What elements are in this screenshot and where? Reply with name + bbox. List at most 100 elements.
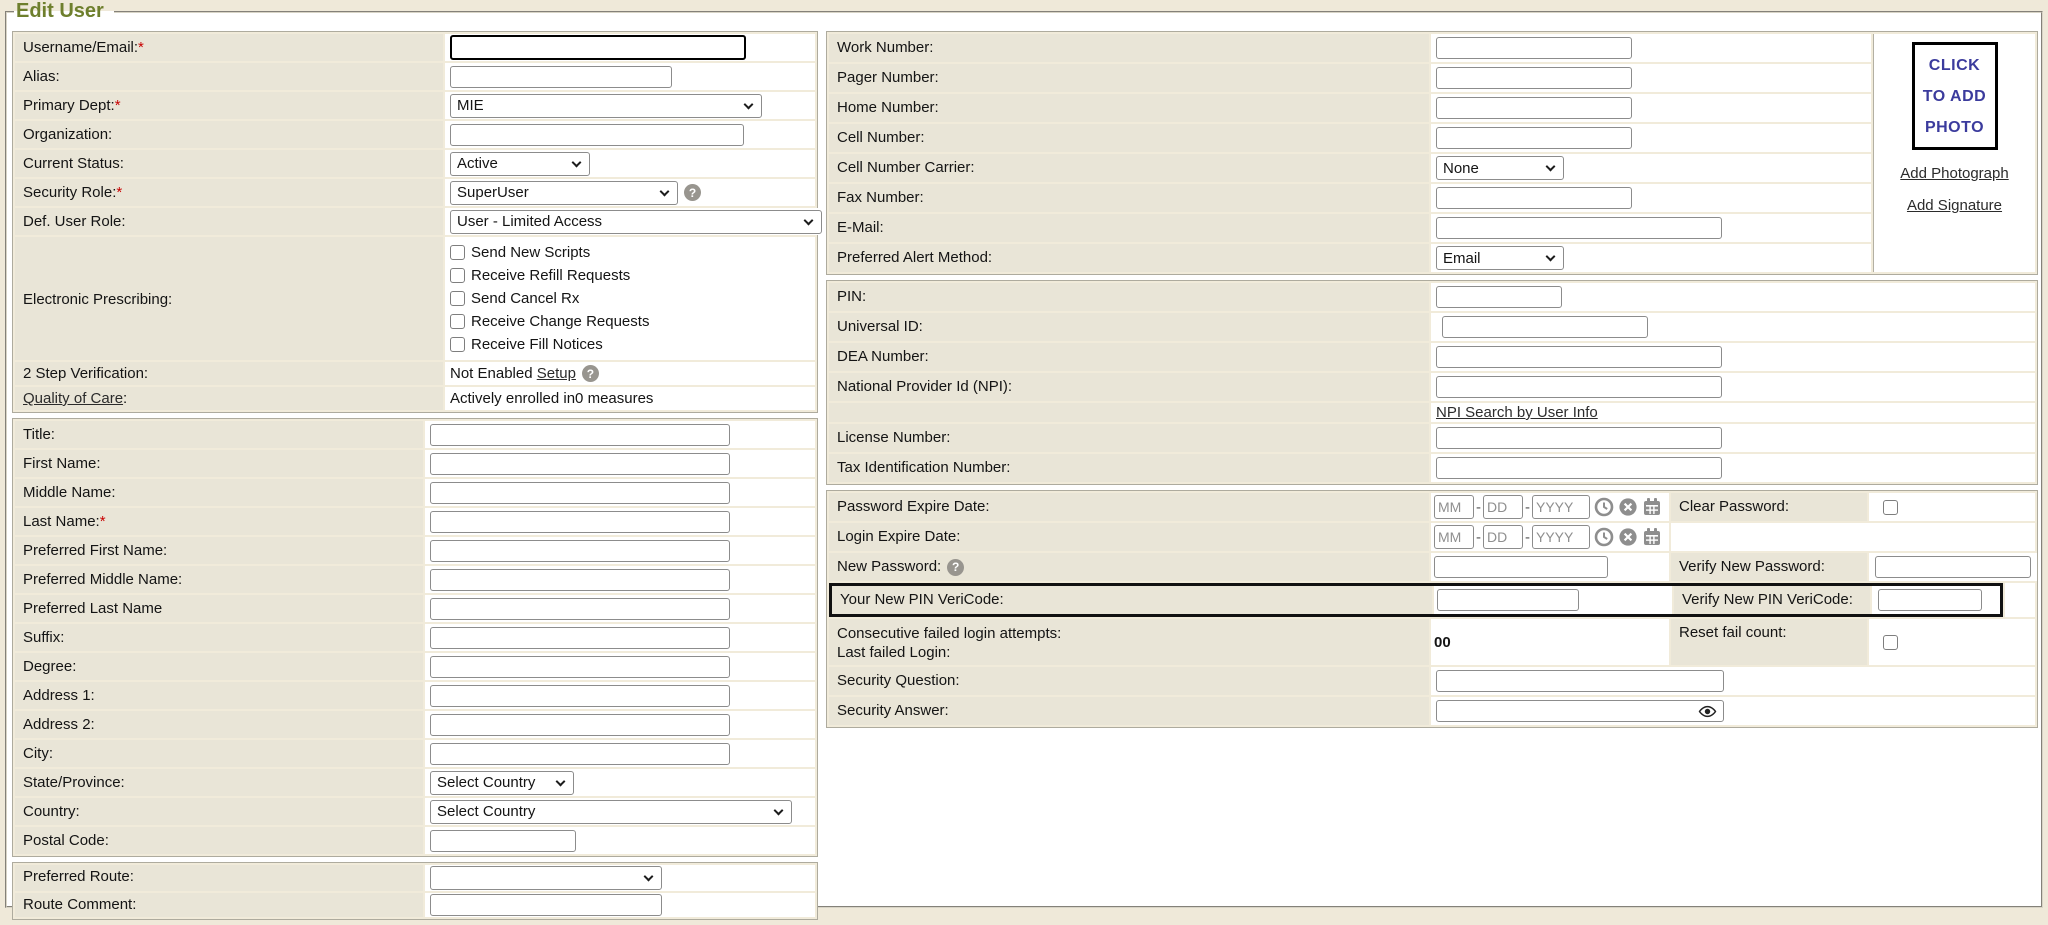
clear-password-checkbox[interactable] xyxy=(1883,500,1898,515)
login-expire-mm-input[interactable] xyxy=(1434,525,1474,549)
receive-refill-requests-checkbox[interactable] xyxy=(450,268,465,283)
def-user-role-label: Def. User Role: xyxy=(15,208,443,235)
time-picker-icon[interactable] xyxy=(1594,497,1614,517)
page-title: Edit User xyxy=(14,0,114,23)
login-expire-dd-input[interactable] xyxy=(1483,525,1523,549)
home-number-input[interactable] xyxy=(1436,97,1632,119)
add-photograph-link[interactable]: Add Photograph xyxy=(1874,165,2035,182)
last-name-field-cell xyxy=(425,508,815,535)
last-name-input[interactable] xyxy=(430,511,730,533)
middle-name-input[interactable] xyxy=(430,482,730,504)
pin-label: PIN: xyxy=(829,283,1429,311)
work-number-input[interactable] xyxy=(1436,37,1632,59)
preferred-first-name-input[interactable] xyxy=(430,540,730,562)
preferred-route-select[interactable] xyxy=(430,866,662,890)
reset-fail-count-cell xyxy=(1869,619,2035,665)
time-picker-icon[interactable] xyxy=(1594,527,1614,547)
show-password-eye-icon[interactable] xyxy=(1698,704,1717,719)
organization-field-cell xyxy=(445,121,815,148)
first-name-input[interactable] xyxy=(430,453,730,475)
country-value: Select Country xyxy=(437,803,535,820)
add-signature-link[interactable]: Add Signature xyxy=(1874,197,2035,214)
fax-number-input[interactable] xyxy=(1436,187,1632,209)
degree-input[interactable] xyxy=(430,656,730,678)
state-province-select[interactable]: Select Country xyxy=(430,771,574,795)
npi-search-link[interactable]: NPI Search by User Info xyxy=(1436,404,1598,421)
def-user-role-field-cell: User - Limited Access xyxy=(445,208,827,235)
preferred-last-name-input[interactable] xyxy=(430,598,730,620)
organization-input[interactable] xyxy=(450,124,744,146)
help-icon[interactable]: ? xyxy=(947,559,964,576)
password-expire-yyyy-input[interactable] xyxy=(1532,495,1590,519)
route-comment-label: Route Comment: xyxy=(15,893,423,917)
alias-input[interactable] xyxy=(450,66,672,88)
password-expire-mm-input[interactable] xyxy=(1434,495,1474,519)
current-status-select[interactable]: Active xyxy=(450,152,590,176)
cell-number-input[interactable] xyxy=(1436,127,1632,149)
calendar-icon[interactable] xyxy=(1642,527,1662,547)
required-marker: * xyxy=(115,97,121,114)
security-question-input[interactable] xyxy=(1436,670,1724,692)
calendar-icon[interactable] xyxy=(1642,497,1662,517)
verify-new-password-input[interactable] xyxy=(1875,556,2031,578)
receive-fill-notices-checkbox[interactable] xyxy=(450,337,465,352)
address2-input[interactable] xyxy=(430,714,730,736)
email-input[interactable] xyxy=(1436,217,1722,239)
quality-of-care-colon: : xyxy=(123,390,127,407)
security-role-select[interactable]: SuperUser xyxy=(450,181,678,205)
tax-id-input[interactable] xyxy=(1436,457,1722,479)
row-cell-carrier: Cell Number Carrier: None xyxy=(829,154,1871,182)
def-user-role-select[interactable]: User - Limited Access xyxy=(450,210,822,234)
quality-of-care-link[interactable]: Quality of Care xyxy=(23,390,123,407)
suffix-input[interactable] xyxy=(430,627,730,649)
alert-method-select[interactable]: Email xyxy=(1436,246,1564,270)
security-answer-input[interactable] xyxy=(1436,700,1724,722)
required-marker: * xyxy=(116,184,122,201)
universal-id-input[interactable] xyxy=(1442,316,1648,338)
chevron-down-icon xyxy=(804,215,814,225)
preferred-route-field-cell xyxy=(425,865,815,891)
date-separator: - xyxy=(1476,499,1481,516)
identifiers-section: PIN: Universal ID: DEA Number: National … xyxy=(826,280,2038,485)
verify-new-pin-vericode-input[interactable] xyxy=(1878,589,1982,611)
two-step-setup-link[interactable]: Setup xyxy=(537,365,576,382)
pager-number-input[interactable] xyxy=(1436,67,1632,89)
new-pin-vericode-input[interactable] xyxy=(1437,589,1579,611)
work-number-field-cell xyxy=(1431,34,1871,62)
city-input[interactable] xyxy=(430,743,730,765)
send-new-scripts-checkbox[interactable] xyxy=(450,245,465,260)
verify-new-pin-vericode-label: Verify New PIN VeriCode: xyxy=(1674,586,1870,614)
dea-number-input[interactable] xyxy=(1436,346,1722,368)
clear-date-icon[interactable] xyxy=(1618,527,1638,547)
login-expire-yyyy-input[interactable] xyxy=(1532,525,1590,549)
primary-dept-select[interactable]: MIE xyxy=(450,94,762,118)
clear-date-icon[interactable] xyxy=(1618,497,1638,517)
country-label: Country: xyxy=(15,798,423,825)
title-input[interactable] xyxy=(430,424,730,446)
new-password-input[interactable] xyxy=(1434,556,1608,578)
reset-fail-count-checkbox[interactable] xyxy=(1883,635,1898,650)
address1-input[interactable] xyxy=(430,685,730,707)
route-comment-input[interactable] xyxy=(430,894,662,916)
country-select[interactable]: Select Country xyxy=(430,800,792,824)
organization-label: Organization: xyxy=(15,121,443,148)
add-photo-placeholder[interactable]: CLICK TO ADD PHOTO xyxy=(1912,42,1998,150)
password-expire-dd-input[interactable] xyxy=(1483,495,1523,519)
receive-change-requests-checkbox[interactable] xyxy=(450,314,465,329)
help-icon[interactable]: ? xyxy=(684,184,701,201)
help-icon[interactable]: ? xyxy=(582,365,599,382)
license-number-input[interactable] xyxy=(1436,427,1722,449)
username-input[interactable] xyxy=(450,35,746,60)
send-cancel-rx-checkbox[interactable] xyxy=(450,291,465,306)
cell-carrier-field-cell: None xyxy=(1431,154,1871,182)
preferred-middle-name-input[interactable] xyxy=(430,569,730,591)
npi-search-cell: NPI Search by User Info xyxy=(1431,403,2035,422)
pin-input[interactable] xyxy=(1436,286,1562,308)
postal-code-input[interactable] xyxy=(430,830,576,852)
content-columns: Username/Email:* Alias: Primary Dept:* M… xyxy=(12,31,2039,925)
row-alert-method: Preferred Alert Method: Email xyxy=(829,244,1871,272)
row-security-question: Security Question: xyxy=(829,667,2035,695)
row-security-role: Security Role:* SuperUser ? xyxy=(15,179,815,206)
npi-input[interactable] xyxy=(1436,376,1722,398)
cell-carrier-select[interactable]: None xyxy=(1436,156,1564,180)
